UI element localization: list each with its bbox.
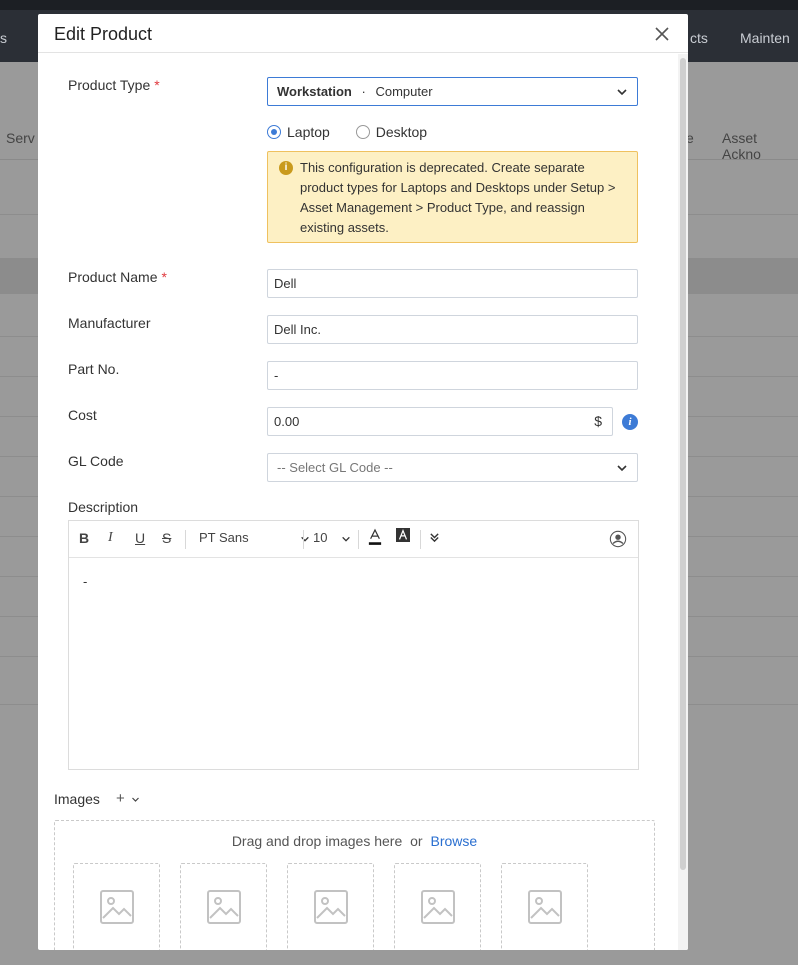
toolbar-divider xyxy=(303,530,304,549)
radio-laptop-label: Laptop xyxy=(287,124,330,140)
modal-title: Edit Product xyxy=(54,24,153,44)
drop-instructions: Drag and drop images here or Browse xyxy=(55,833,654,849)
product-type-value: Workstation · Computer xyxy=(277,84,433,99)
product-name-label-text: Product Name xyxy=(68,269,158,285)
toolbar-divider xyxy=(358,530,359,549)
background-color-icon[interactable] xyxy=(396,528,410,545)
product-type-primary: Workstation xyxy=(277,84,352,99)
image-placeholder[interactable] xyxy=(73,863,160,950)
required-mark: * xyxy=(161,269,167,285)
part-no-input[interactable]: - xyxy=(267,361,638,390)
image-icon xyxy=(421,890,455,924)
chevron-down-icon xyxy=(617,89,627,96)
bold-icon[interactable]: B xyxy=(79,530,89,546)
image-icon xyxy=(314,890,348,924)
edit-product-modal: Edit Product Product Type * Workstation ·… xyxy=(38,14,688,950)
modal-scrollbar-thumb[interactable] xyxy=(680,58,686,870)
font-color-icon[interactable] xyxy=(368,527,382,550)
form-factor-radio-group: Laptop Desktop xyxy=(267,124,449,142)
plus-icon: + xyxy=(116,790,125,807)
images-label: Images xyxy=(54,791,100,807)
font-family-value: PT Sans xyxy=(199,530,249,545)
chevron-down-icon xyxy=(617,465,627,472)
bg-nav-item: Mainten xyxy=(740,30,790,46)
gl-code-select[interactable]: -- Select GL Code -- xyxy=(267,453,638,482)
image-drop-zone[interactable]: Drag and drop images here or Browse xyxy=(54,820,655,950)
bg-nav-item: cts xyxy=(690,30,708,46)
product-type-label: Product Type * xyxy=(68,77,160,93)
radio-desktop-dot[interactable] xyxy=(355,125,370,139)
radio-laptop-dot[interactable] xyxy=(267,125,281,139)
bg-tab: Serv xyxy=(6,130,35,146)
modal-header: Edit Product xyxy=(38,14,688,53)
info-icon: i xyxy=(279,161,293,175)
toolbar-divider xyxy=(420,530,421,549)
chevron-down-icon xyxy=(342,536,350,542)
image-icon xyxy=(528,890,562,924)
product-name-input[interactable]: Dell xyxy=(267,269,638,298)
toolbar-divider xyxy=(185,530,186,549)
chevron-down-icon xyxy=(132,797,139,802)
bg-nav-item: s xyxy=(0,30,7,46)
font-size-select[interactable]: 10 xyxy=(313,530,351,545)
drop-text: Drag and drop images here xyxy=(231,833,403,849)
editor-content[interactable]: - xyxy=(69,558,638,605)
image-placeholder[interactable] xyxy=(180,863,267,950)
product-type-select[interactable]: Workstation · Computer xyxy=(267,77,638,106)
close-icon[interactable] xyxy=(652,24,672,44)
radio-desktop[interactable]: Desktop xyxy=(355,124,428,140)
description-label: Description xyxy=(68,499,139,515)
part-no-label: Part No. xyxy=(68,361,120,377)
strikethrough-icon[interactable]: S xyxy=(162,530,171,546)
manufacturer-label: Manufacturer xyxy=(68,315,151,331)
required-mark: * xyxy=(154,77,160,93)
editor-toolbar: B I U S PT Sans 10 xyxy=(69,521,638,558)
font-size-value: 10 xyxy=(313,530,328,545)
product-type-secondary: Computer xyxy=(375,84,433,99)
cost-label: Cost xyxy=(68,407,97,423)
browse-link[interactable]: Browse xyxy=(430,833,477,849)
image-icon xyxy=(100,890,134,924)
radio-laptop[interactable]: Laptop xyxy=(267,124,330,140)
gl-code-placeholder: -- Select GL Code -- xyxy=(277,460,393,475)
description-editor: B I U S PT Sans 10 - xyxy=(68,520,639,770)
deprecation-warning: i This configuration is deprecated. Crea… xyxy=(267,151,638,243)
bg-tab: Asset Ackno xyxy=(722,130,761,162)
background-topstrip xyxy=(0,0,798,10)
chevron-down-icon xyxy=(301,536,310,542)
info-icon[interactable]: i xyxy=(622,414,638,430)
radio-desktop-label: Desktop xyxy=(375,124,428,140)
product-name-label: Product Name * xyxy=(68,269,167,285)
product-type-label-text: Product Type xyxy=(68,77,151,93)
font-family-select[interactable]: PT Sans xyxy=(199,530,310,545)
product-type-separator: · xyxy=(361,84,366,99)
or-text: or xyxy=(410,833,423,849)
manufacturer-input[interactable]: Dell Inc. xyxy=(267,315,638,344)
cost-input[interactable]: 0.00 $ xyxy=(267,407,613,436)
add-image-button[interactable]: + xyxy=(116,790,140,807)
image-placeholder[interactable] xyxy=(287,863,374,950)
underline-icon[interactable]: U xyxy=(135,530,145,546)
cost-value: 0.00 xyxy=(274,414,300,429)
currency-symbol: $ xyxy=(594,413,602,429)
image-placeholder[interactable] xyxy=(394,863,481,950)
gl-code-label: GL Code xyxy=(68,453,124,469)
more-options-icon[interactable] xyxy=(429,530,440,546)
image-placeholder[interactable] xyxy=(501,863,588,950)
italic-icon[interactable]: I xyxy=(108,530,113,546)
warning-text: This configuration is deprecated. Create… xyxy=(300,160,616,235)
user-mention-icon[interactable] xyxy=(609,530,627,551)
image-icon xyxy=(207,890,241,924)
